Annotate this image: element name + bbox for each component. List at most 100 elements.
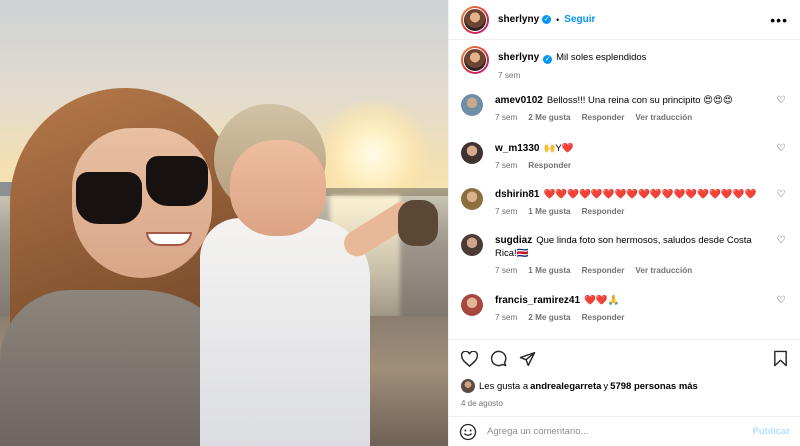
verified-badge-icon: ✓ bbox=[542, 15, 552, 24]
share-icon[interactable] bbox=[519, 351, 536, 367]
verified-badge-icon: ✓ bbox=[543, 55, 553, 64]
caption-avatar[interactable] bbox=[461, 46, 489, 74]
sand-in-hand bbox=[398, 200, 438, 246]
woman-smile bbox=[146, 232, 192, 246]
author-username[interactable]: sherlyny bbox=[498, 14, 539, 25]
comment-composer: Publicar bbox=[449, 416, 800, 446]
comment-age[interactable]: 7 sem bbox=[495, 313, 517, 322]
header-separator: • bbox=[556, 14, 560, 25]
caption-username[interactable]: sherlyny bbox=[498, 52, 539, 63]
emoji-icon[interactable] bbox=[459, 423, 477, 441]
likes-summary: Les gusta a andrealegarreta y 5798 perso… bbox=[449, 377, 800, 395]
post-caption: sherlyny ✓ Mil soles esplendidos 7 sem bbox=[461, 46, 788, 88]
comment-avatar[interactable] bbox=[461, 234, 483, 256]
caption-meta: 7 sem bbox=[498, 71, 788, 80]
reply-button[interactable]: Responder bbox=[582, 266, 625, 275]
caption-avatar-image bbox=[463, 48, 487, 72]
comment-username[interactable]: sugdiaz bbox=[495, 235, 532, 246]
child-shirt bbox=[200, 218, 370, 446]
sunglasses-right-lens bbox=[146, 156, 208, 206]
reply-button[interactable]: Responder bbox=[582, 207, 625, 216]
comment-meta: 7 sem 2 Me gusta Responder Ver traducció… bbox=[495, 113, 768, 122]
comment-like-heart-icon[interactable]: ♡ bbox=[774, 95, 788, 106]
comment-like-heart-icon[interactable]: ♡ bbox=[774, 295, 788, 306]
comment-likes-count[interactable]: 1 Me gusta bbox=[528, 207, 570, 216]
comment-username[interactable]: francis_ramirez41 bbox=[495, 295, 580, 306]
comment-item: sugdiaz Que linda foto son hermosos, salu… bbox=[461, 234, 788, 294]
reply-button[interactable]: Responder bbox=[582, 113, 625, 122]
follow-button[interactable]: Seguir bbox=[564, 14, 595, 25]
post-viewer: sherlyny ✓ • Seguir ••• sherlyny ✓ Mil sol… bbox=[0, 0, 800, 446]
caption-text: Mil soles esplendidos bbox=[556, 52, 647, 63]
author-avatar-image bbox=[463, 7, 487, 32]
comment-text: 🙌Y❤️ bbox=[543, 143, 574, 154]
comment-body: francis_ramirez41 ❤️❤️🙏 7 sem 2 Me gusta … bbox=[495, 294, 768, 322]
comment-username[interactable]: dshirin81 bbox=[495, 189, 539, 200]
comment-text-line: amev0102 Belloss!!! Una reina con su prin… bbox=[495, 94, 768, 107]
comment-meta: 7 sem 2 Me gusta Responder bbox=[495, 313, 768, 322]
bookmark-icon[interactable] bbox=[773, 350, 788, 367]
comment-item: w_m1330 🙌Y❤️ 7 sem Responder ♡ bbox=[461, 142, 788, 188]
caption-text-line: sherlyny ✓ Mil soles esplendidos bbox=[498, 51, 788, 64]
comment-likes-count[interactable]: 1 Me gusta bbox=[528, 266, 570, 275]
caption-age[interactable]: 7 sem bbox=[498, 71, 520, 80]
child-face bbox=[230, 140, 326, 236]
comment-avatar[interactable] bbox=[461, 94, 483, 116]
caption-body: sherlyny ✓ Mil soles esplendidos 7 sem bbox=[498, 46, 788, 80]
comment-avatar[interactable] bbox=[461, 142, 483, 164]
reply-button[interactable]: Responder bbox=[528, 161, 571, 170]
likes-middle: y bbox=[603, 380, 609, 392]
comment-meta: 7 sem 1 Me gusta Responder Ver traducció… bbox=[495, 266, 768, 275]
comment-text-line: sugdiaz Que linda foto son hermosos, salu… bbox=[495, 234, 768, 260]
post-header: sherlyny ✓ • Seguir ••• bbox=[449, 0, 800, 40]
comment-likes-count[interactable]: 2 Me gusta bbox=[528, 113, 570, 122]
comment-body: w_m1330 🙌Y❤️ 7 sem Responder bbox=[495, 142, 768, 170]
see-translation-button[interactable]: Ver traducción bbox=[635, 113, 692, 122]
post-actions-bar bbox=[449, 339, 800, 377]
comment-like-heart-icon[interactable]: ♡ bbox=[774, 235, 788, 246]
liker-avatar[interactable] bbox=[461, 379, 475, 393]
more-options-icon[interactable]: ••• bbox=[770, 12, 788, 28]
comment-age[interactable]: 7 sem bbox=[495, 113, 517, 122]
comment-text: Belloss!!! Una reina con su principito 😍… bbox=[546, 95, 733, 106]
comment-text: ❤️❤️🙏 bbox=[584, 295, 620, 306]
comment-text-line: dshirin81 ❤️❤️❤️❤️❤️❤️❤️❤️❤️❤️❤️❤️❤️❤️❤️❤… bbox=[495, 188, 768, 201]
comment-age[interactable]: 7 sem bbox=[495, 161, 517, 170]
post-date[interactable]: 4 de agosto bbox=[449, 395, 800, 411]
comment-text: Que linda foto son hermosos, saludos des… bbox=[495, 235, 752, 259]
comment-avatar[interactable] bbox=[461, 294, 483, 316]
comment-username[interactable]: amev0102 bbox=[495, 95, 543, 106]
comment-meta: 7 sem Responder bbox=[495, 161, 768, 170]
likes-count[interactable]: 5798 personas más bbox=[610, 381, 698, 392]
likes-prefix: Les gusta a bbox=[479, 380, 529, 392]
comment-item: francis_ramirez41 ❤️❤️🙏 7 sem 2 Me gusta … bbox=[461, 294, 788, 336]
comment-avatar[interactable] bbox=[461, 188, 483, 210]
comment-icon[interactable] bbox=[490, 350, 507, 367]
comment-age[interactable]: 7 sem bbox=[495, 266, 517, 275]
comment-item: amev0102 Belloss!!! Una reina con su prin… bbox=[461, 94, 788, 142]
comment-username[interactable]: w_m1330 bbox=[495, 143, 539, 154]
post-side-panel: sherlyny ✓ • Seguir ••• sherlyny ✓ Mil sol… bbox=[448, 0, 800, 446]
heart-icon[interactable] bbox=[461, 350, 478, 367]
comment-text: ❤️❤️❤️❤️❤️❤️❤️❤️❤️❤️❤️❤️❤️❤️❤️❤️❤️❤️ bbox=[543, 189, 757, 200]
comment-input[interactable] bbox=[487, 426, 753, 437]
comment-body: dshirin81 ❤️❤️❤️❤️❤️❤️❤️❤️❤️❤️❤️❤️❤️❤️❤️❤… bbox=[495, 188, 768, 216]
author-avatar[interactable] bbox=[461, 5, 489, 34]
see-translation-button[interactable]: Ver traducción bbox=[635, 266, 692, 275]
reply-button[interactable]: Responder bbox=[582, 313, 625, 322]
comment-like-heart-icon[interactable]: ♡ bbox=[774, 143, 788, 154]
comment-likes-count[interactable]: 2 Me gusta bbox=[528, 313, 570, 322]
comment-text-line: w_m1330 🙌Y❤️ bbox=[495, 142, 768, 155]
comments-list[interactable]: sherlyny ✓ Mil soles esplendidos 7 sem ame… bbox=[449, 40, 800, 339]
comment-item: dshirin81 ❤️❤️❤️❤️❤️❤️❤️❤️❤️❤️❤️❤️❤️❤️❤️❤… bbox=[461, 188, 788, 234]
liker-username[interactable]: andrealegarreta bbox=[530, 381, 601, 392]
comment-age[interactable]: 7 sem bbox=[495, 207, 517, 216]
post-photo[interactable] bbox=[0, 0, 448, 446]
comment-text-line: francis_ramirez41 ❤️❤️🙏 bbox=[495, 294, 768, 307]
comment-body: sugdiaz Que linda foto son hermosos, salu… bbox=[495, 234, 768, 275]
comment-meta: 7 sem 1 Me gusta Responder bbox=[495, 207, 768, 216]
sunglasses-left-lens bbox=[76, 172, 142, 224]
comment-body: amev0102 Belloss!!! Una reina con su prin… bbox=[495, 94, 768, 122]
publish-button[interactable]: Publicar bbox=[753, 426, 791, 437]
comment-like-heart-icon[interactable]: ♡ bbox=[774, 189, 788, 200]
